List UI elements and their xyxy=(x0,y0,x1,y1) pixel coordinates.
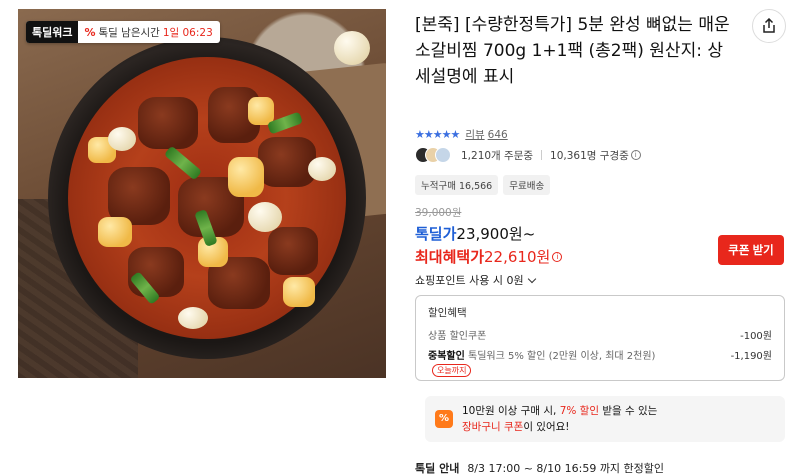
discount-row-label: 상품 할인쿠폰 xyxy=(428,331,487,342)
info-icon[interactable]: i xyxy=(630,150,641,160)
orders-count: 1,210개 주문중 xyxy=(461,149,534,162)
discount-benefits-box: 할인혜택 상품 할인쿠폰 -100원 중복할인 톡딜워크 5% 할인 (2만원 … xyxy=(415,295,785,381)
star-rating-icon: ★★★★★ xyxy=(415,128,460,141)
deal-price-label: 톡딜가 xyxy=(415,225,457,243)
stats-row: 1,210개 주문중 10,361명 구경중 i xyxy=(415,147,641,163)
divider xyxy=(541,150,543,160)
cart-banner-text-b: 받을 수 있는 xyxy=(602,405,658,417)
deal-price-value: 23,900원~ xyxy=(456,225,536,243)
cart-banner-text: 10만원 이상 구매 시, 7% 할인 받을 수 있는 장바구니 쿠폰이 있어요… xyxy=(462,403,657,435)
cart-banner-highlight: 7% 할인 xyxy=(559,405,600,417)
timer-value: 1일 06:23 xyxy=(162,26,213,39)
deal-info-row: 톡딜 안내 8/3 17:00 ~ 8/10 16:59 까지 한정할인 xyxy=(415,460,664,476)
review-link-label[interactable]: 리뷰 xyxy=(465,127,484,142)
product-title: [본죽] [수량한정특가] 5분 완성 뼈없는 매운 소갈비찜 700g 1+1… xyxy=(415,15,730,87)
coupon-button[interactable]: 쿠폰 받기 xyxy=(718,235,784,265)
best-price-value: 22,610원 xyxy=(484,248,551,266)
original-price: 39,000원 xyxy=(415,207,462,219)
discount-row-amount: -1,190원 xyxy=(730,351,772,362)
review-count[interactable]: 646 xyxy=(488,129,508,141)
points-label: 쇼핑포인트 사용 시 0원 xyxy=(415,274,524,287)
discount-row-label: 톡딜워크 5% 할인 (2만원 이상, 최대 2천원) xyxy=(468,351,656,362)
deal-timer-badge: 톡딜워크 % 톡딜 남은시간 1일 06:23 xyxy=(26,21,220,43)
discount-row-amount: -100원 xyxy=(740,331,772,342)
product-chips: 누적구매 16,566 무료배송 xyxy=(415,175,551,195)
cart-banner-text-a: 10만원 이상 구매 시, xyxy=(462,405,557,417)
best-price-label: 최대혜택가 xyxy=(415,248,485,266)
cart-coupon-highlight: 장바구니 쿠폰 xyxy=(462,421,524,433)
percent-icon: % xyxy=(84,25,96,39)
avatar xyxy=(435,147,451,163)
best-price-info-icon[interactable]: i xyxy=(552,251,563,262)
deal-info-text: 8/3 17:00 ~ 8/10 16:59 까지 한정할인 xyxy=(467,462,665,475)
discount-box-title: 할인혜택 xyxy=(428,307,467,319)
product-image: 톡딜워크 % 톡딜 남은시간 1일 06:23 xyxy=(18,9,386,378)
best-price-row: 최대혜택가 22,610원 i xyxy=(415,246,563,267)
share-icon xyxy=(763,18,775,33)
brand-label: 톡딜워크 xyxy=(26,21,79,43)
rating-row: ★★★★★ 리뷰 646 xyxy=(415,127,508,142)
timer-label: 톡딜 남은시간 xyxy=(98,26,160,39)
today-only-tag: 오늘까지 xyxy=(432,364,472,377)
discount-row: 상품 할인쿠폰 -100원 xyxy=(428,330,772,344)
discount-row: 중복할인 톡딜워크 5% 할인 (2만원 이상, 최대 2천원) 오늘까지 -1… xyxy=(428,350,772,378)
buyer-avatars xyxy=(415,147,451,163)
duplicate-discount-label: 중복할인 xyxy=(428,351,465,362)
chip-cumulative-purchases: 누적구매 16,566 xyxy=(415,175,499,195)
cart-banner-text-c: 이 있어요! xyxy=(523,421,570,433)
share-button[interactable] xyxy=(752,9,786,43)
image-stew xyxy=(68,57,346,339)
image-garlic xyxy=(334,31,370,65)
cart-coupon-banner[interactable]: % 10만원 이상 구매 시, 7% 할인 받을 수 있는 장바구니 쿠폰이 있… xyxy=(425,396,785,442)
deal-info-label: 톡딜 안내 xyxy=(415,462,460,475)
deal-price-row: 톡딜가 23,900원~ xyxy=(415,223,535,244)
product-info-panel: [본죽] [수량한정특가] 5분 완성 뼈없는 매운 소갈비찜 700g 1+1… xyxy=(415,0,795,476)
chip-free-shipping: 무료배송 xyxy=(503,175,551,195)
viewers-count: 10,361명 구경중 xyxy=(550,149,629,162)
shopping-points-dropdown[interactable]: 쇼핑포인트 사용 시 0원 xyxy=(415,272,536,288)
discount-percent-icon: % xyxy=(435,410,453,428)
chevron-down-icon xyxy=(527,274,536,283)
